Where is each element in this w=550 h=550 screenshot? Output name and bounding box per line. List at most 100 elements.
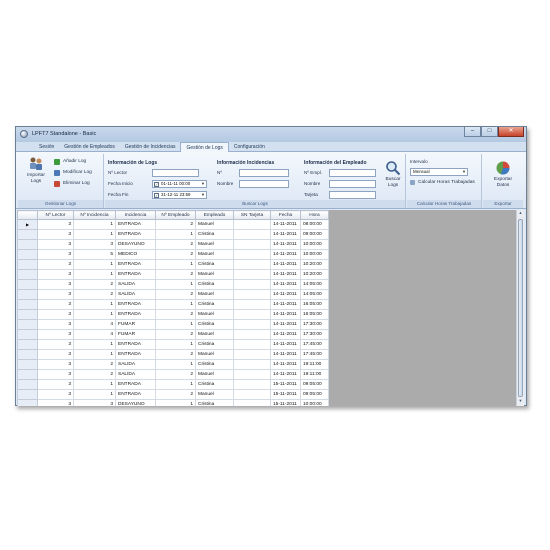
table-row[interactable]: 3 1 ENTRADA 1 Cristina 14-11-2011 16:05:00 bbox=[17, 299, 329, 310]
table-cell[interactable]: Manuel bbox=[195, 289, 234, 300]
tab-gestion-empleados[interactable]: Gestión de Empleados bbox=[59, 142, 120, 152]
table-cell[interactable] bbox=[233, 269, 271, 280]
scroll-up-icon[interactable]: ▲ bbox=[517, 210, 524, 218]
table-cell[interactable]: 14-11-2011 bbox=[270, 269, 301, 280]
table-cell[interactable]: 3 bbox=[37, 279, 74, 290]
table-cell[interactable]: 14-11-2011 bbox=[270, 319, 301, 330]
table-cell[interactable]: SALIDA bbox=[115, 359, 156, 370]
tab-sesion[interactable]: Sesión bbox=[34, 142, 59, 152]
col-lector[interactable]: Nº Lector bbox=[37, 210, 74, 220]
table-cell[interactable]: 2 bbox=[155, 239, 196, 250]
table-cell[interactable]: 2 bbox=[155, 349, 196, 360]
table-cell[interactable]: 17:30:00 bbox=[300, 329, 329, 340]
table-cell[interactable]: 2 bbox=[155, 219, 196, 230]
table-cell[interactable]: 10:00:00 bbox=[300, 249, 329, 260]
table-cell[interactable]: 1 bbox=[73, 219, 116, 230]
table-cell[interactable]: 1 bbox=[155, 339, 196, 350]
table-cell[interactable]: Cristina bbox=[195, 379, 234, 390]
table-cell[interactable]: DESAYUNO bbox=[115, 399, 156, 406]
table-cell[interactable]: SALIDA bbox=[115, 369, 156, 380]
table-cell[interactable]: 19:11:00 bbox=[300, 369, 329, 380]
table-cell[interactable]: 10:20:00 bbox=[300, 259, 329, 270]
table-cell[interactable]: 3 bbox=[37, 369, 74, 380]
table-cell[interactable]: 10:00:00 bbox=[300, 399, 329, 406]
table-cell[interactable]: Manuel bbox=[195, 249, 234, 260]
table-cell[interactable] bbox=[233, 279, 271, 290]
minimize-button[interactable]: – bbox=[464, 127, 481, 137]
table-cell[interactable]: 3 bbox=[37, 319, 74, 330]
table-cell[interactable]: Manuel bbox=[195, 349, 234, 360]
table-cell[interactable]: 3 bbox=[73, 239, 116, 250]
table-cell[interactable]: 3 bbox=[37, 269, 74, 280]
fecha-inicio-checkbox[interactable]: ✓ bbox=[154, 181, 159, 187]
table-cell[interactable]: Manuel bbox=[195, 369, 234, 380]
table-cell[interactable]: 2 bbox=[155, 309, 196, 320]
table-cell[interactable]: FUMAR bbox=[115, 319, 156, 330]
table-cell[interactable]: 10:20:00 bbox=[300, 269, 329, 280]
table-cell[interactable]: 3 bbox=[73, 399, 116, 406]
maximize-button[interactable]: □ bbox=[481, 127, 498, 137]
scroll-down-icon[interactable]: ▼ bbox=[517, 398, 524, 406]
table-cell[interactable]: 3 bbox=[37, 359, 74, 370]
table-cell[interactable] bbox=[233, 229, 271, 240]
table-cell[interactable]: 1 bbox=[155, 279, 196, 290]
table-cell[interactable]: 14-11-2011 bbox=[270, 249, 301, 260]
table-cell[interactable]: 10:00:00 bbox=[300, 239, 329, 250]
table-cell[interactable]: 16:05:00 bbox=[300, 309, 329, 320]
col-num-empleado[interactable]: Nº Empleado bbox=[155, 210, 196, 220]
table-cell[interactable]: 3 bbox=[37, 389, 74, 400]
table-cell[interactable]: 1 bbox=[155, 229, 196, 240]
table-cell[interactable]: Cristina bbox=[195, 339, 234, 350]
table-cell[interactable]: ENTRADA bbox=[115, 259, 156, 270]
row-selector[interactable] bbox=[17, 269, 38, 280]
table-cell[interactable] bbox=[233, 299, 271, 310]
row-selector[interactable] bbox=[17, 229, 38, 240]
fecha-inicio-picker[interactable]: ✓ 01-11-11 00:00 ▼ bbox=[152, 180, 207, 188]
table-row[interactable]: 3 1 ENTRADA 1 Cristina 15-11-2011 09:05:00 bbox=[17, 379, 329, 390]
table-cell[interactable]: ENTRADA bbox=[115, 379, 156, 390]
table-cell[interactable]: 14-11-2011 bbox=[270, 349, 301, 360]
table-cell[interactable]: 1 bbox=[73, 269, 116, 280]
table-cell[interactable]: 1 bbox=[73, 299, 116, 310]
table-cell[interactable] bbox=[233, 339, 271, 350]
table-cell[interactable]: 14-11-2011 bbox=[270, 369, 301, 380]
lector-input[interactable] bbox=[152, 169, 199, 177]
table-cell[interactable]: 1 bbox=[155, 359, 196, 370]
table-cell[interactable]: 2 bbox=[73, 359, 116, 370]
table-cell[interactable]: ENTRADA bbox=[115, 309, 156, 320]
table-cell[interactable] bbox=[233, 369, 271, 380]
table-cell[interactable] bbox=[233, 349, 271, 360]
table-cell[interactable] bbox=[233, 389, 271, 400]
table-cell[interactable]: 2 bbox=[73, 289, 116, 300]
table-cell[interactable]: 3 bbox=[37, 249, 74, 260]
delete-log-button[interactable]: Eliminar Log bbox=[54, 179, 90, 188]
col-hora[interactable]: Hora bbox=[300, 210, 329, 220]
table-cell[interactable]: 15-11-2011 bbox=[270, 379, 301, 390]
col-sn-tarjeta[interactable]: SN Tarjeta bbox=[233, 210, 271, 220]
table-cell[interactable]: SALIDA bbox=[115, 279, 156, 290]
table-cell[interactable]: Manuel bbox=[195, 329, 234, 340]
table-row[interactable]: 3 1 ENTRADA 1 Cristina 14-11-2011 17:45:00 bbox=[17, 339, 329, 350]
table-cell[interactable]: 2 bbox=[73, 369, 116, 380]
table-cell[interactable]: 09:00:00 bbox=[300, 229, 329, 240]
table-row[interactable]: ▶ 3 1 ENTRADA 2 Manuel 14-11-2011 08:00:00 bbox=[17, 219, 329, 230]
table-cell[interactable] bbox=[233, 289, 271, 300]
vertical-scrollbar[interactable]: ▲ ▼ bbox=[516, 210, 524, 406]
row-selector[interactable] bbox=[17, 299, 38, 310]
table-cell[interactable]: ENTRADA bbox=[115, 339, 156, 350]
table-row[interactable]: 3 1 ENTRADA 2 Manuel 14-11-2011 10:20:00 bbox=[17, 269, 329, 280]
table-cell[interactable]: Cristina bbox=[195, 299, 234, 310]
row-selector[interactable] bbox=[17, 329, 38, 340]
table-row[interactable]: 3 4 FUMAR 1 Cristina 14-11-2011 17:30:00 bbox=[17, 319, 329, 330]
table-cell[interactable]: Cristina bbox=[195, 259, 234, 270]
table-cell[interactable]: 14-11-2011 bbox=[270, 289, 301, 300]
table-cell[interactable]: SALIDA bbox=[115, 289, 156, 300]
empleado-tarjeta-input[interactable] bbox=[329, 191, 376, 199]
table-cell[interactable]: 09:05:00 bbox=[300, 389, 329, 400]
import-logs-button[interactable]: Importar Logs bbox=[20, 156, 52, 184]
table-cell[interactable]: ENTRADA bbox=[115, 269, 156, 280]
table-cell[interactable]: FUMAR bbox=[115, 329, 156, 340]
row-selector[interactable] bbox=[17, 359, 38, 370]
table-cell[interactable]: 14-11-2011 bbox=[270, 359, 301, 370]
table-cell[interactable]: 19:11:00 bbox=[300, 359, 329, 370]
